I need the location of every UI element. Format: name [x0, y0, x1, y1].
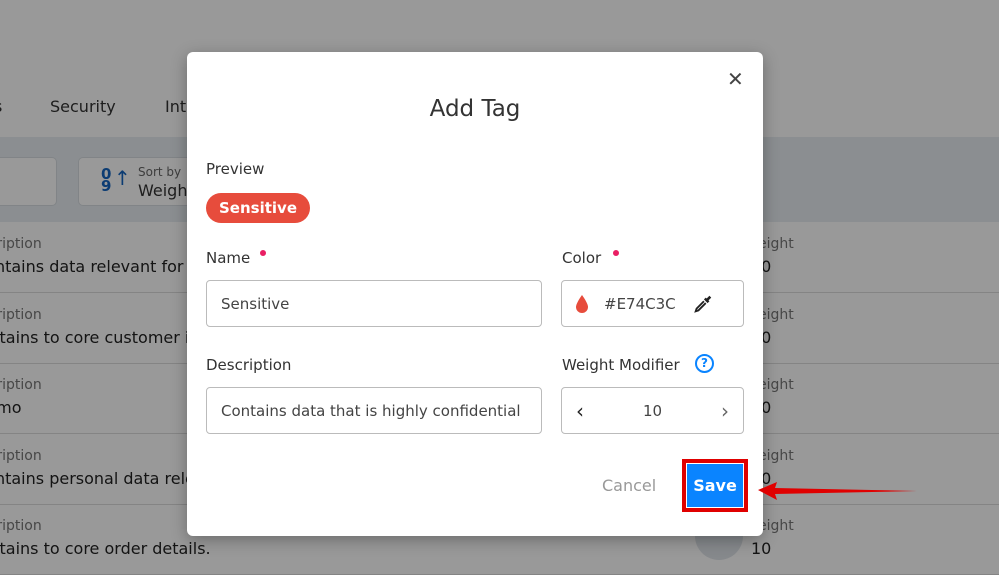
color-input[interactable]: #E74C3C	[561, 280, 744, 327]
description-label: Description	[206, 356, 292, 374]
color-value: #E74C3C	[604, 294, 676, 313]
description-value: Contains data that is highly confidentia…	[221, 401, 521, 420]
cancel-button[interactable]: Cancel	[602, 476, 656, 495]
preview-label: Preview	[206, 160, 265, 178]
add-tag-dialog: Add Tag ✕ Preview Sensitive Name Sensiti…	[187, 52, 763, 536]
required-indicator	[260, 250, 266, 256]
weight-stepper[interactable]: ‹ 10 ›	[561, 387, 744, 434]
color-drop-icon	[576, 294, 588, 313]
eyedropper-icon[interactable]	[692, 293, 714, 315]
close-icon[interactable]: ✕	[727, 67, 744, 91]
dialog-title: Add Tag	[429, 96, 521, 122]
increment-chevron-right-icon[interactable]: ›	[721, 399, 729, 423]
color-label: Color	[562, 249, 602, 267]
annotation-arrow	[758, 482, 917, 500]
tag-preview-badge: Sensitive	[206, 193, 310, 223]
weight-value[interactable]: 10	[643, 402, 662, 420]
name-label: Name	[206, 249, 251, 267]
description-input[interactable]: Contains data that is highly confidentia…	[206, 387, 542, 434]
name-value: Sensitive	[221, 294, 290, 313]
decrement-chevron-left-icon[interactable]: ‹	[576, 399, 584, 423]
weight-modifier-label: Weight Modifier	[562, 356, 680, 374]
help-icon[interactable]: ?	[695, 354, 714, 373]
save-button[interactable]: Save	[687, 464, 743, 507]
required-indicator	[613, 250, 619, 256]
name-input[interactable]: Sensitive	[206, 280, 542, 327]
